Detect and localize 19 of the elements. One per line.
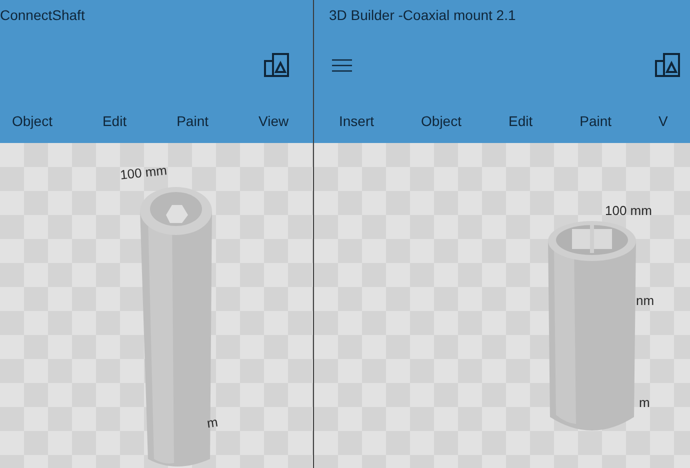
menu-tab[interactable]: Edit [102,111,127,132]
scale-label: 100 mm [605,202,652,220]
menu-tab[interactable]: Paint [176,111,209,132]
scale-label: nm [636,292,654,310]
scene-icon[interactable] [264,52,290,78]
window-title: 3D Builder -Coaxial mount 2.1 [329,7,516,23]
window-title: ConnectShaft [0,7,85,23]
menu-tab[interactable]: View [258,111,289,132]
menu-tab[interactable]: V [658,111,668,132]
scale-label: 100 mm [119,162,168,184]
menu-icon[interactable] [332,58,352,72]
menu-tab[interactable]: Object [421,111,462,132]
menu-tab[interactable]: Insert [339,111,374,132]
scene-icon[interactable] [655,52,681,78]
scale-label: m [639,394,650,412]
menu-tab[interactable]: Edit [508,111,533,132]
menu-tab[interactable]: Paint [580,111,612,132]
scale-label: m [206,413,220,433]
menu-tab[interactable]: Object [12,111,52,132]
